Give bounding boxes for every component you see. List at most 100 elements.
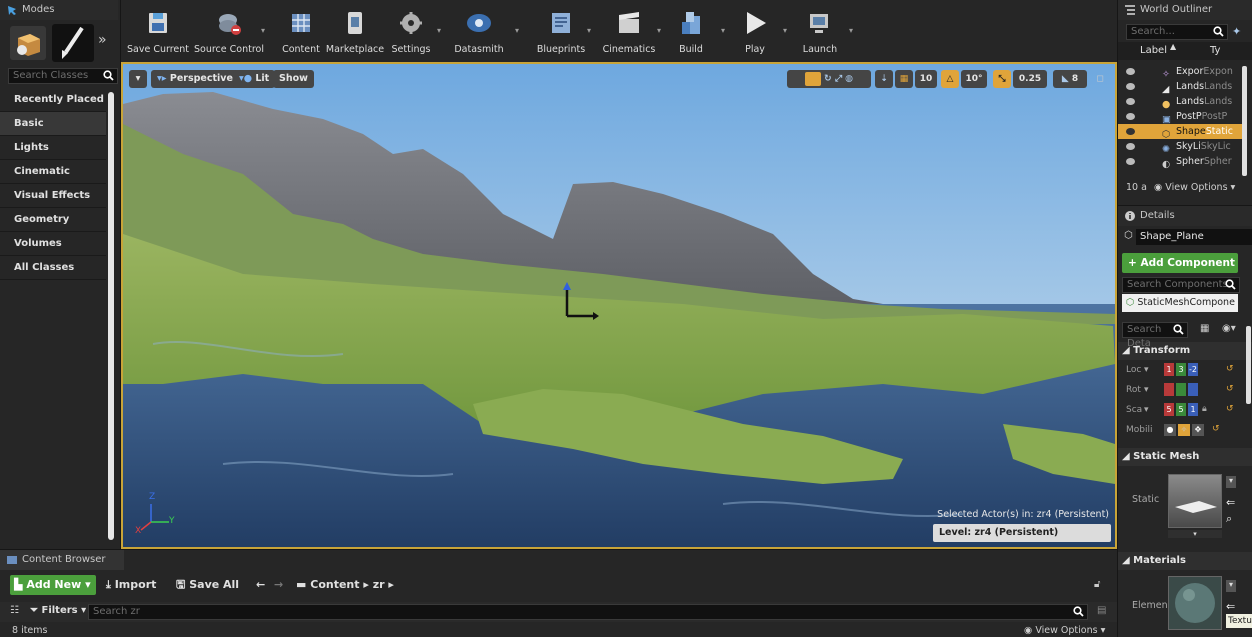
history-back-icon[interactable]: ← (256, 575, 265, 595)
maximize-viewport-icon[interactable]: ◻ (1093, 70, 1107, 88)
visibility-eye-icon[interactable] (1126, 128, 1135, 135)
static-mesh-thumbnail[interactable] (1168, 474, 1222, 528)
outliner-scrollbar[interactable] (1242, 66, 1247, 176)
mobility-movable-option[interactable]: ✥ (1192, 424, 1204, 436)
component-tree-item[interactable]: ⬡ StaticMeshCompone (1122, 294, 1238, 312)
outliner-row[interactable]: ▣ PostPPostP (1118, 109, 1242, 124)
lit-button[interactable]: ▾● Lit (233, 70, 276, 88)
import-button[interactable]: ⤓ Import (106, 575, 156, 595)
type-column-header[interactable]: Ty (1210, 45, 1220, 56)
search-classes-input[interactable]: Search Classes (8, 68, 118, 84)
source-control-button[interactable]: Source Control (193, 8, 265, 58)
scale-snap-value[interactable]: 0.25 (1013, 70, 1047, 88)
rotation-snap-value[interactable]: 10° (961, 70, 987, 88)
outliner-row[interactable]: ◐ SpherSpher (1118, 154, 1242, 169)
translate-mode-icon[interactable] (804, 71, 821, 86)
scale-y-field[interactable]: 5 (1176, 403, 1186, 416)
filters-button[interactable]: ⏷ Filters ▾ (30, 605, 86, 616)
world-local-icon[interactable]: ◍ (845, 74, 853, 84)
outliner-row-selected[interactable]: ⬡ ShapeStatic (1118, 124, 1242, 139)
source-control-dropdown-icon[interactable]: ▾ (261, 26, 269, 35)
reset-location-icon[interactable]: ↺ (1226, 364, 1234, 374)
breadcrumb-zr[interactable]: zr (373, 578, 385, 591)
outliner-search-input[interactable]: Search... (1126, 24, 1228, 40)
reset-rotation-icon[interactable]: ↺ (1226, 384, 1234, 394)
save-current-button[interactable]: Save Current (126, 8, 190, 58)
breadcrumb-content[interactable]: Content (310, 578, 359, 591)
category-lights[interactable]: Lights (0, 136, 106, 160)
category-visual-effects[interactable]: Visual Effects (0, 184, 106, 208)
material-use-selected-icon[interactable]: ⇐ (1226, 600, 1235, 613)
material-dropdown-icon[interactable]: ▾ (1226, 580, 1236, 592)
category-all-classes[interactable]: All Classes (0, 256, 106, 280)
blueprints-button[interactable]: Blueprints (531, 8, 591, 58)
search-components-input[interactable]: Search Components (1122, 277, 1240, 293)
category-geometry[interactable]: Geometry (0, 208, 106, 232)
rotation-z-field[interactable] (1188, 383, 1198, 396)
location-x-field[interactable]: 1 (1164, 363, 1174, 376)
static-mesh-expand-icon[interactable]: ▾ (1168, 530, 1222, 538)
details-scrollbar[interactable] (1246, 326, 1251, 404)
play-dropdown-icon[interactable]: ▾ (783, 26, 791, 35)
grid-snap-value[interactable]: 10 (915, 70, 937, 88)
visibility-eye-icon[interactable] (1126, 83, 1135, 90)
outliner-row[interactable]: ◢ LandsLands (1118, 79, 1242, 94)
details-view-options-eye-icon[interactable]: ◉▾ (1222, 323, 1236, 334)
mobility-static-option[interactable]: ● (1164, 424, 1176, 436)
scale-x-field[interactable]: 5 (1164, 403, 1174, 416)
property-matrix-icon[interactable]: ▦ (1200, 323, 1209, 334)
add-component-button[interactable]: + Add Component (1122, 253, 1238, 273)
scale-mode-icon[interactable]: ⤢ (835, 74, 842, 84)
scale-z-field[interactable]: 1 (1188, 403, 1198, 416)
content-browser-tab[interactable]: Content Browser (0, 550, 124, 570)
content-button[interactable]: Content (281, 8, 321, 58)
blueprints-dropdown-icon[interactable]: ▾ (587, 26, 595, 35)
grid-snap-toggle-icon[interactable]: ▦ (895, 70, 913, 88)
rotation-snap-icon[interactable]: △ (941, 70, 959, 88)
visibility-eye-icon[interactable] (1126, 143, 1135, 150)
outliner-row[interactable]: ✺ SkyLiSkyLic (1118, 139, 1242, 154)
outliner-row[interactable]: ✧ ExporExpon (1118, 64, 1242, 79)
location-y-field[interactable]: 3 (1176, 363, 1186, 376)
browse-mesh-icon[interactable]: ⌕ (1226, 512, 1232, 526)
modes-scrollbar[interactable] (108, 92, 114, 540)
outliner-view-options[interactable]: View Options (1165, 182, 1227, 193)
place-mode-icon[interactable] (10, 26, 46, 60)
rotation-x-field[interactable] (1164, 383, 1174, 396)
camera-speed-button[interactable]: ◣ 8 (1053, 70, 1087, 88)
build-dropdown-icon[interactable]: ▾ (721, 26, 729, 35)
settings-button[interactable]: Settings (389, 8, 433, 58)
mobility-stationary-option[interactable]: ✧ (1178, 424, 1190, 436)
category-recently-placed[interactable]: Recently Placed (0, 88, 106, 112)
launch-dropdown-icon[interactable]: ▾ (849, 26, 857, 35)
world-outliner-tab[interactable]: World Outliner (1118, 0, 1252, 20)
settings-dropdown-icon[interactable]: ▾ (437, 26, 445, 35)
scale-lock-icon[interactable]: 🔒︎ (1202, 404, 1207, 414)
paint-mode-icon[interactable] (52, 24, 94, 62)
details-tab[interactable]: Details (1118, 206, 1252, 226)
use-selected-arrow-icon[interactable]: ⇐ (1226, 496, 1235, 509)
location-z-field[interactable]: -2 (1188, 363, 1198, 376)
rotate-mode-icon[interactable]: ↻ (824, 74, 832, 84)
visibility-eye-icon[interactable] (1126, 113, 1135, 120)
datasmith-dropdown-icon[interactable]: ▾ (515, 26, 523, 35)
content-search-input[interactable]: Search zr (88, 604, 1088, 620)
actor-name-field[interactable]: Shape_Plane (1136, 229, 1252, 245)
rotation-y-field[interactable] (1176, 383, 1186, 396)
datasmith-button[interactable]: Datasmith (451, 8, 507, 58)
search-details-input[interactable]: Search Deta (1122, 322, 1188, 349)
visibility-eye-icon[interactable] (1126, 158, 1135, 165)
category-basic[interactable]: Basic (0, 112, 106, 136)
save-all-button[interactable]: 🖫︎ Save All (176, 575, 239, 595)
lock-icon[interactable]: 🔓︎ (1094, 579, 1100, 590)
build-button[interactable]: Build (669, 8, 713, 58)
category-volumes[interactable]: Volumes (0, 232, 106, 256)
outliner-settings-icon[interactable]: ✦ (1232, 25, 1241, 38)
play-button[interactable]: Play (733, 8, 777, 58)
history-forward-icon[interactable]: → (274, 575, 283, 595)
modes-tab[interactable]: Modes (0, 0, 118, 20)
cinematics-dropdown-icon[interactable]: ▾ (657, 26, 665, 35)
marketplace-button[interactable]: Marketplace (325, 8, 385, 58)
label-column-header[interactable]: Label (1140, 45, 1167, 56)
save-search-icon[interactable]: ▤ (1097, 605, 1106, 616)
